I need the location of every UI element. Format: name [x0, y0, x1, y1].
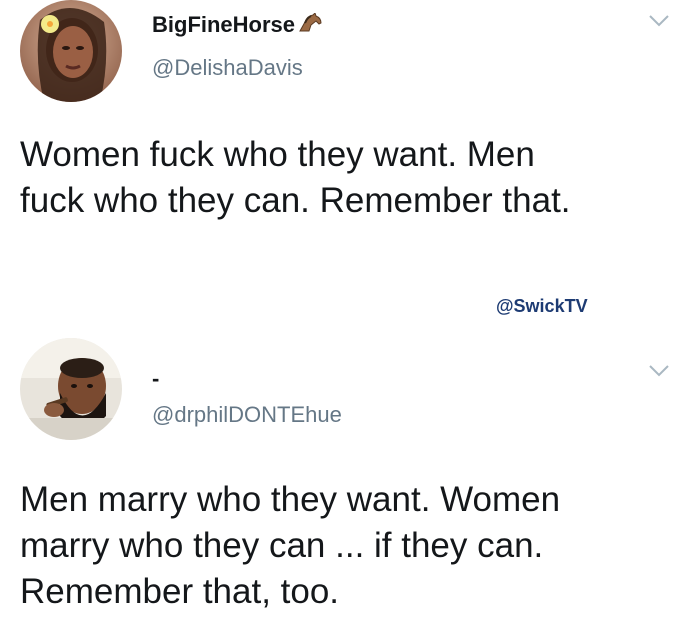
- user-handle[interactable]: @DelishaDavis: [152, 55, 303, 81]
- display-name[interactable]: BigFineHorse: [152, 12, 323, 39]
- chevron-down-icon[interactable]: [648, 14, 670, 28]
- horse-emoji-icon: [297, 12, 323, 39]
- tweet-text: Women fuck who they want. Men fuck who t…: [20, 135, 571, 220]
- avatar-woman-image: [20, 0, 122, 102]
- tweet-2: - @drphilDONTEhue Men marry who they wan…: [0, 330, 690, 626]
- avatar-man-image: [20, 338, 122, 440]
- display-name-text: BigFineHorse: [152, 12, 296, 37]
- user-handle[interactable]: @drphilDONTEhue: [152, 402, 342, 428]
- tweet-1: BigFineHorse @DelishaDavis Women fuck wh…: [0, 0, 690, 300]
- chevron-down-icon[interactable]: [648, 364, 670, 378]
- avatar-drphil[interactable]: [20, 338, 122, 440]
- watermark: @SwickTV: [496, 296, 588, 316]
- avatar-delisha[interactable]: [20, 0, 122, 102]
- display-name[interactable]: -: [152, 366, 159, 392]
- tweet-text: Men marry who they want. Women marry who…: [20, 480, 561, 611]
